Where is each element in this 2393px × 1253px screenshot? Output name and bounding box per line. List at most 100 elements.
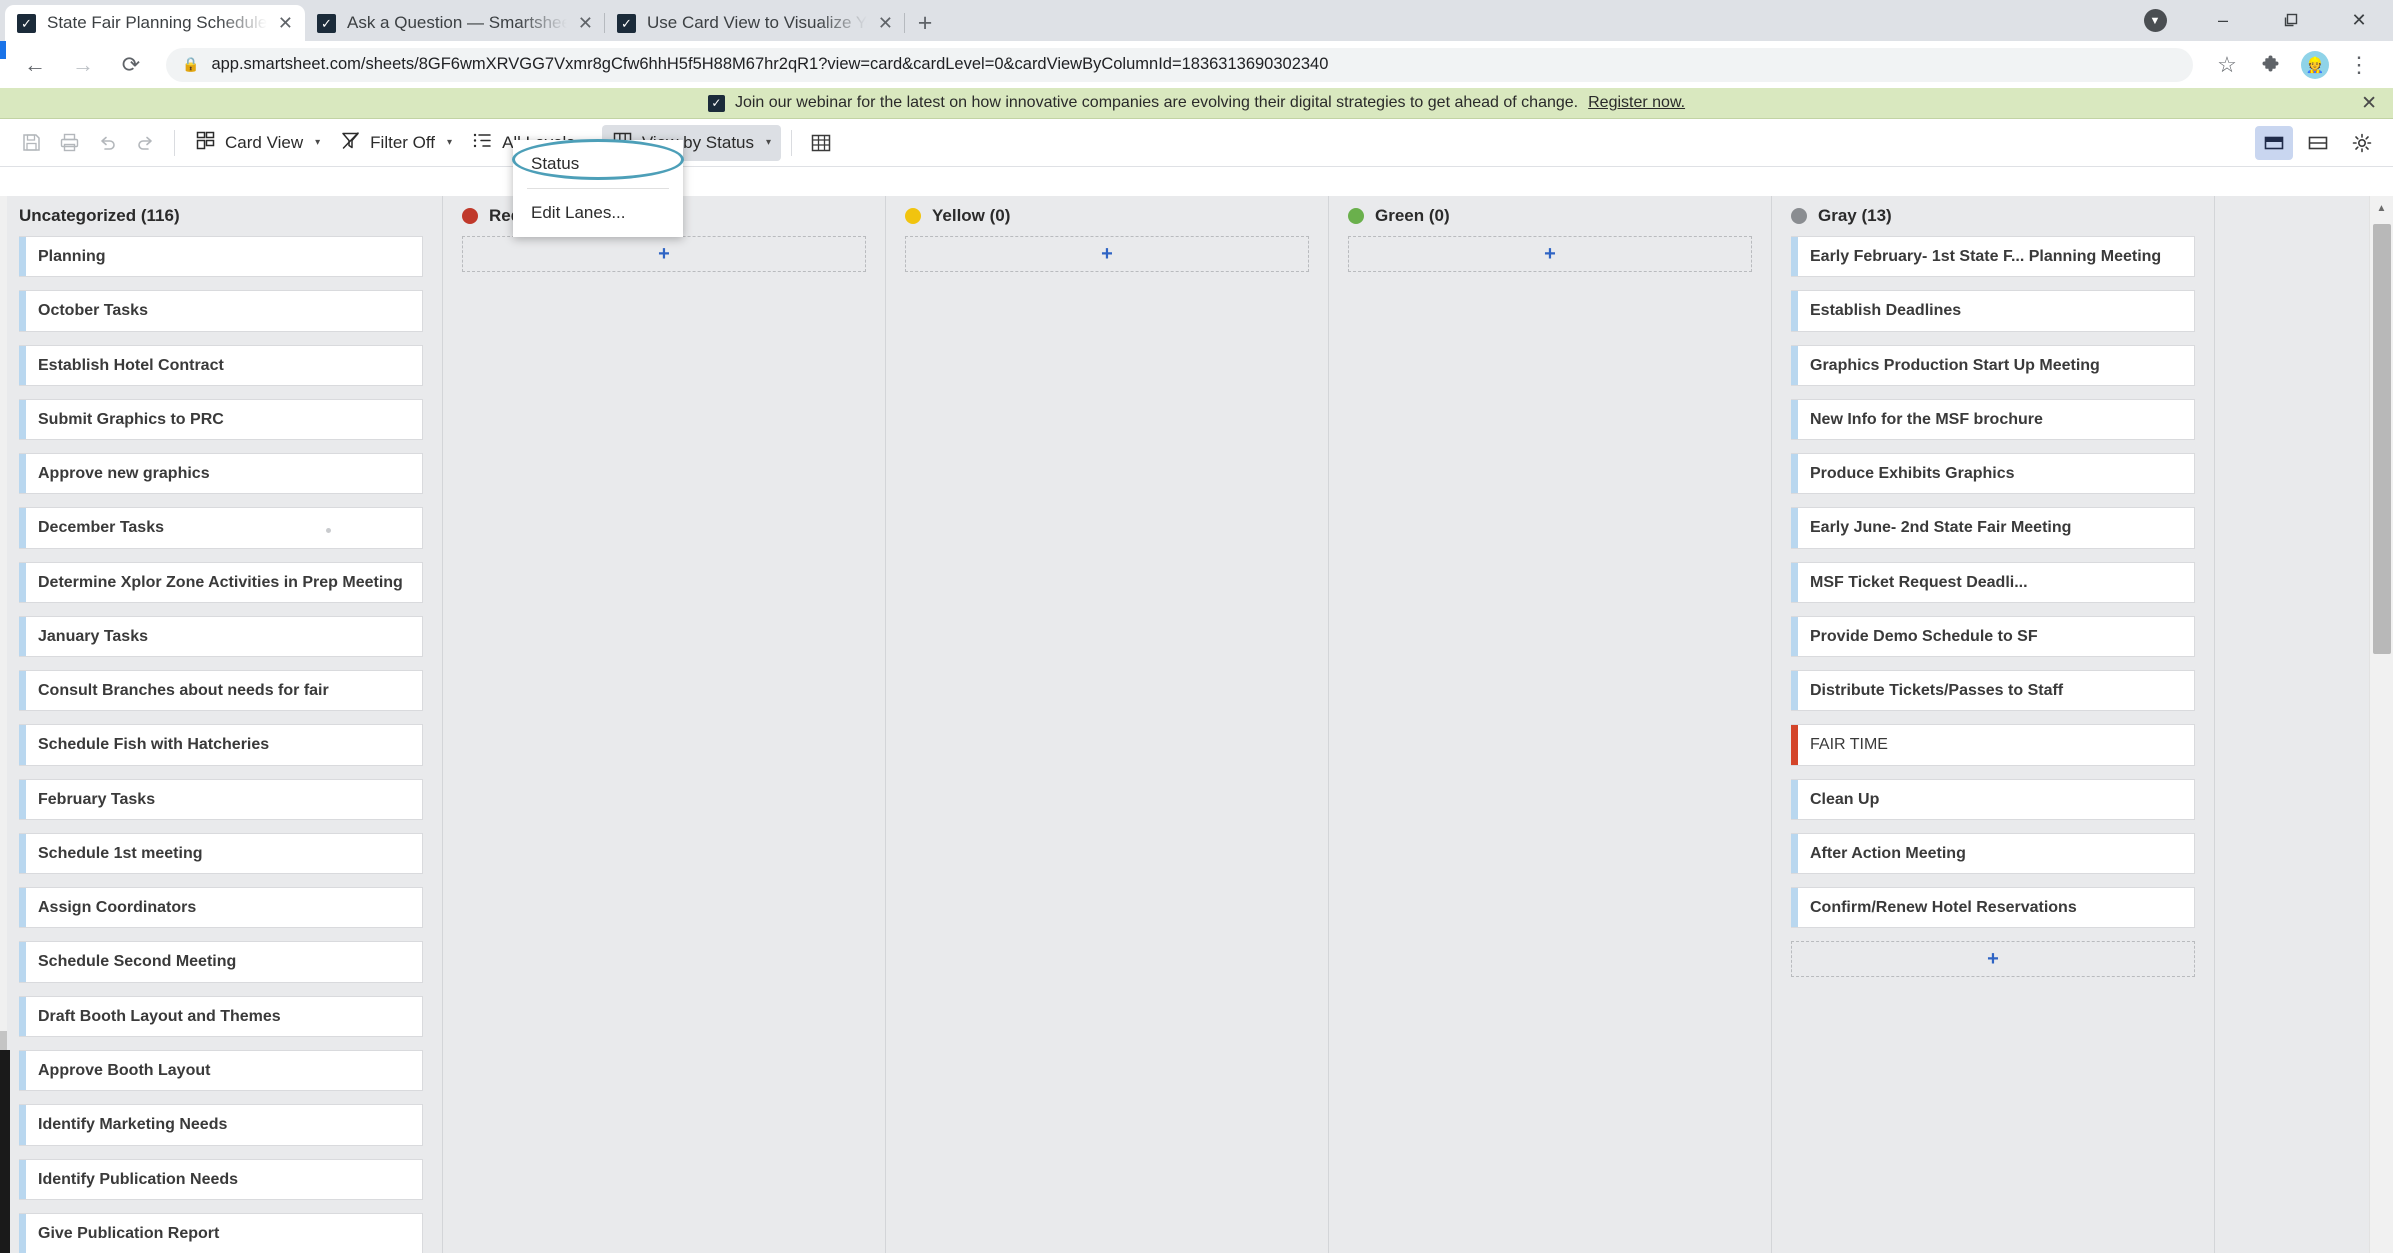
lane-header[interactable]: Green (0) (1329, 196, 1771, 236)
chevron-down-icon: ▾ (315, 137, 321, 148)
dropdown-divider (527, 188, 669, 189)
back-button[interactable]: ← (14, 44, 56, 86)
banner-close-icon[interactable]: ✕ (2361, 92, 2377, 115)
card[interactable]: Approve new graphics (19, 453, 423, 495)
lane-header[interactable]: Gray (13) (1772, 196, 2214, 236)
chrome-menu-icon[interactable]: ⋮ (2339, 45, 2379, 85)
split-horizontal-icon[interactable] (2255, 125, 2293, 160)
smartsheet-icon: ✓ (707, 94, 725, 112)
card-accent-bar (1791, 888, 1798, 928)
card[interactable]: Determine Xplor Zone Activities in Prep … (19, 561, 423, 603)
card-fair-time[interactable]: FAIR TIME (1791, 724, 2195, 766)
levels-icon (472, 130, 493, 156)
save-icon[interactable] (12, 124, 50, 162)
card[interactable]: Draft Booth Layout and Themes (19, 995, 423, 1037)
close-icon[interactable]: ✕ (878, 13, 893, 34)
add-card-button[interactable]: + (462, 236, 866, 272)
gear-icon[interactable] (2343, 126, 2381, 160)
card[interactable]: Provide Demo Schedule to SF (1791, 615, 2195, 658)
browser-tab-1[interactable]: ✓ State Fair Planning Schedule - Sm ✕ (5, 5, 305, 41)
card-accent-bar (19, 508, 26, 548)
filter-button[interactable]: Filter Off ▾ (330, 125, 462, 161)
card[interactable]: Graphics Production Start Up Meeting (1791, 344, 2195, 386)
puzzle-icon[interactable] (2251, 45, 2291, 85)
card[interactable]: Early June- 2nd State Fair Meeting (1791, 507, 2195, 549)
card[interactable]: Identify Marketing Needs (19, 1104, 423, 1146)
scrollbar-thumb[interactable] (2373, 224, 2391, 654)
close-window-button[interactable]: ✕ (2325, 0, 2393, 41)
card-title: Approve Booth Layout (38, 1061, 211, 1079)
card[interactable]: Clean Up (1791, 778, 2195, 820)
new-tab-button[interactable]: + (905, 5, 945, 41)
profile-avatar[interactable]: 👷 (2295, 45, 2335, 85)
card-title: Assign Coordinators (38, 899, 197, 917)
split-vertical-icon[interactable] (2299, 126, 2337, 160)
scroll-up-arrow[interactable]: ▲ (2370, 196, 2393, 220)
bookmark-star-icon[interactable]: ☆ (2207, 45, 2247, 85)
card[interactable]: Produce Exhibits Graphics (1791, 453, 2195, 495)
card[interactable]: Confirm/Renew Hotel Reservations (1791, 887, 2195, 929)
card-accent-bar (1791, 562, 1798, 602)
card-title: Clean Up (1810, 790, 1880, 808)
undo-icon[interactable] (88, 124, 126, 162)
card[interactable]: Assign Coordinators (19, 887, 423, 929)
card[interactable]: Schedule 1st meeting (19, 832, 423, 875)
card[interactable]: Consult Branches about needs for fair (19, 670, 423, 712)
redo-icon[interactable] (126, 124, 164, 162)
browser-tab-3[interactable]: ✓ Use Card View to Visualize Your P ✕ (605, 5, 905, 41)
card[interactable]: Schedule Second Meeting (19, 941, 423, 983)
card-title: Schedule Second Meeting (38, 953, 237, 971)
card[interactable]: Establish Hotel Contract (19, 344, 423, 386)
grid-icon[interactable] (802, 124, 840, 162)
add-card-button[interactable]: + (1348, 236, 1752, 272)
card-title: Consult Branches about needs for fair (38, 682, 329, 700)
card[interactable]: Planning (19, 236, 423, 278)
chevron-down-icon[interactable]: ▼ (2121, 0, 2189, 41)
card-view-label: Card View (225, 132, 304, 152)
forward-button: → (72, 51, 94, 77)
card[interactable]: Schedule Fish with Hatcheries (19, 724, 423, 766)
minimize-button[interactable]: – (2189, 0, 2257, 41)
card-accent-bar (19, 291, 26, 331)
card[interactable]: Early February- 1st State F... Planning … (1791, 236, 2195, 278)
card-accent-bar (19, 345, 26, 385)
card[interactable]: October Tasks (19, 290, 423, 332)
window-controls: ▼ – ✕ (2121, 0, 2393, 41)
card[interactable]: New Info for the MSF brochure (1791, 398, 2195, 441)
card-accent-bar (1791, 237, 1798, 277)
close-icon[interactable]: ✕ (578, 13, 593, 34)
card[interactable]: After Action Meeting (1791, 832, 2195, 875)
dropdown-item-edit-lanes[interactable]: Edit Lanes... (513, 195, 683, 231)
card[interactable]: Submit Graphics to PRC (19, 398, 423, 441)
close-icon[interactable]: ✕ (278, 13, 293, 34)
url-input[interactable]: 🔒 app.smartsheet.com/sheets/8GF6wmXRVGG7… (166, 47, 2193, 82)
lane-header[interactable]: Uncategorized (116) (0, 196, 442, 236)
card-accent-bar (19, 237, 26, 277)
browser-tab-2[interactable]: ✓ Ask a Question — Smartsheet Co ✕ (305, 5, 605, 41)
card[interactable]: January Tasks (19, 615, 423, 658)
print-icon[interactable] (50, 124, 88, 162)
card[interactable]: February Tasks (19, 778, 423, 820)
card[interactable]: Approve Booth Layout (19, 1049, 423, 1092)
card[interactable]: Distribute Tickets/Passes to Staff (1791, 670, 2195, 712)
card-title: Establish Deadlines (1810, 302, 1962, 320)
add-card-button[interactable]: + (1791, 941, 2195, 978)
dropdown-item-status[interactable]: Status (513, 146, 683, 182)
card[interactable]: Identify Publication Needs (19, 1158, 423, 1200)
register-now-link[interactable]: Register now. (1588, 94, 1685, 112)
card[interactable]: Establish Deadlines (1791, 290, 2195, 332)
card[interactable]: December Tasks (19, 507, 423, 549)
card-accent-bar (1791, 454, 1798, 494)
address-bar: ← → ⟳ 🔒 app.smartsheet.com/sheets/8GF6wm… (0, 41, 2393, 88)
card[interactable]: MSF Ticket Request Deadli... (1791, 561, 2195, 603)
card-title: Identify Marketing Needs (38, 1116, 228, 1134)
card-view-button[interactable]: Card View ▾ (185, 125, 330, 161)
card[interactable]: Give Publication Report (19, 1212, 423, 1253)
lane-header[interactable]: Yellow (0) (886, 196, 1328, 236)
add-card-button[interactable]: + (905, 236, 1309, 272)
card-title: Produce Exhibits Graphics (1810, 465, 2015, 483)
maximize-button[interactable] (2257, 0, 2325, 41)
card-title: February Tasks (38, 790, 156, 808)
vertical-scrollbar[interactable]: ▲ (2369, 196, 2393, 1253)
reload-button[interactable]: ⟳ (110, 44, 152, 86)
